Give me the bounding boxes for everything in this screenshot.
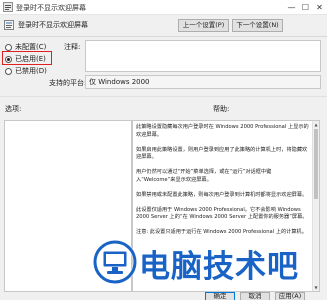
radio-button[interactable] bbox=[5, 55, 12, 63]
help-paragraph: 用户仍然可以通过“开始”菜单选择，或在“运行”对话框中键入“Welcome”来显… bbox=[136, 169, 272, 183]
computer-logo-icon bbox=[93, 240, 137, 284]
watermark-text: 电脑技术吧 bbox=[139, 249, 299, 285]
section-divider bbox=[0, 96, 327, 97]
policy-app-icon bbox=[3, 2, 13, 12]
comment-label: 注释: bbox=[64, 43, 81, 51]
policy-header: 登录时不显示欢迎屏幕 上一个设置(P) 下一个设置(N) bbox=[0, 15, 327, 37]
options-label: 选项: bbox=[5, 105, 22, 113]
site-watermark: 电脑技术吧 bbox=[93, 237, 327, 297]
close-button[interactable]: ✕ bbox=[313, 1, 326, 14]
maximize-button[interactable]: ☐ bbox=[299, 1, 312, 14]
help-paragraph: 此策略设置隐藏每次用户登录时在 Windows 2000 Professiona… bbox=[136, 124, 309, 138]
radio-not-configured[interactable]: 未配置(C) bbox=[5, 42, 46, 52]
policy-name: 登录时不显示欢迎屏幕 bbox=[18, 21, 88, 29]
title-bar: 登录时不显示欢迎屏幕 — ☐ ✕ bbox=[0, 0, 327, 15]
radio-enabled[interactable]: 已启用(E) bbox=[5, 54, 46, 64]
radio-disabled[interactable]: 已禁用(D) bbox=[5, 66, 47, 76]
help-text: 此策略设置隐藏每次用户登录时在 Windows 2000 Professiona… bbox=[136, 124, 310, 244]
help-label: 帮助: bbox=[213, 105, 230, 113]
radio-label: 未配置(C) bbox=[15, 43, 47, 51]
radio-label: 已启用(E) bbox=[15, 55, 46, 63]
policy-setting-icon bbox=[4, 20, 14, 30]
next-setting-button[interactable]: 下一个设置(N) bbox=[232, 19, 283, 32]
help-paragraph: 此设置仅适用于 Windows 2000 Professional。它不会影响 … bbox=[136, 206, 308, 221]
radio-label: 已禁用(D) bbox=[15, 67, 47, 75]
scroll-thumb[interactable] bbox=[314, 129, 318, 199]
comment-textarea[interactable] bbox=[85, 40, 321, 72]
supported-on-field: 仅 Windows 2000 bbox=[85, 75, 321, 89]
help-paragraph: 如果禁用或未配置此策略，则每次用户登录到计算机时都将显示欢迎屏幕。 bbox=[136, 191, 308, 198]
radio-button[interactable] bbox=[5, 43, 12, 51]
radio-button[interactable] bbox=[5, 67, 12, 75]
scroll-up-arrow-icon[interactable]: ▲ bbox=[313, 121, 319, 128]
previous-setting-button[interactable]: 上一个设置(P) bbox=[178, 19, 229, 32]
supported-on-label: 支持的平台: bbox=[49, 79, 87, 87]
minimize-button[interactable]: — bbox=[285, 1, 298, 14]
help-paragraph: 注意: 此设置只适用于运行在 Windows 2000 Professional… bbox=[136, 229, 307, 236]
window-title: 登录时不显示欢迎屏幕 bbox=[16, 4, 86, 12]
help-paragraph: 如果启用此策略设置，则用户登录到应用了此策略的计算机上时，将隐藏欢迎屏幕。 bbox=[136, 146, 308, 161]
